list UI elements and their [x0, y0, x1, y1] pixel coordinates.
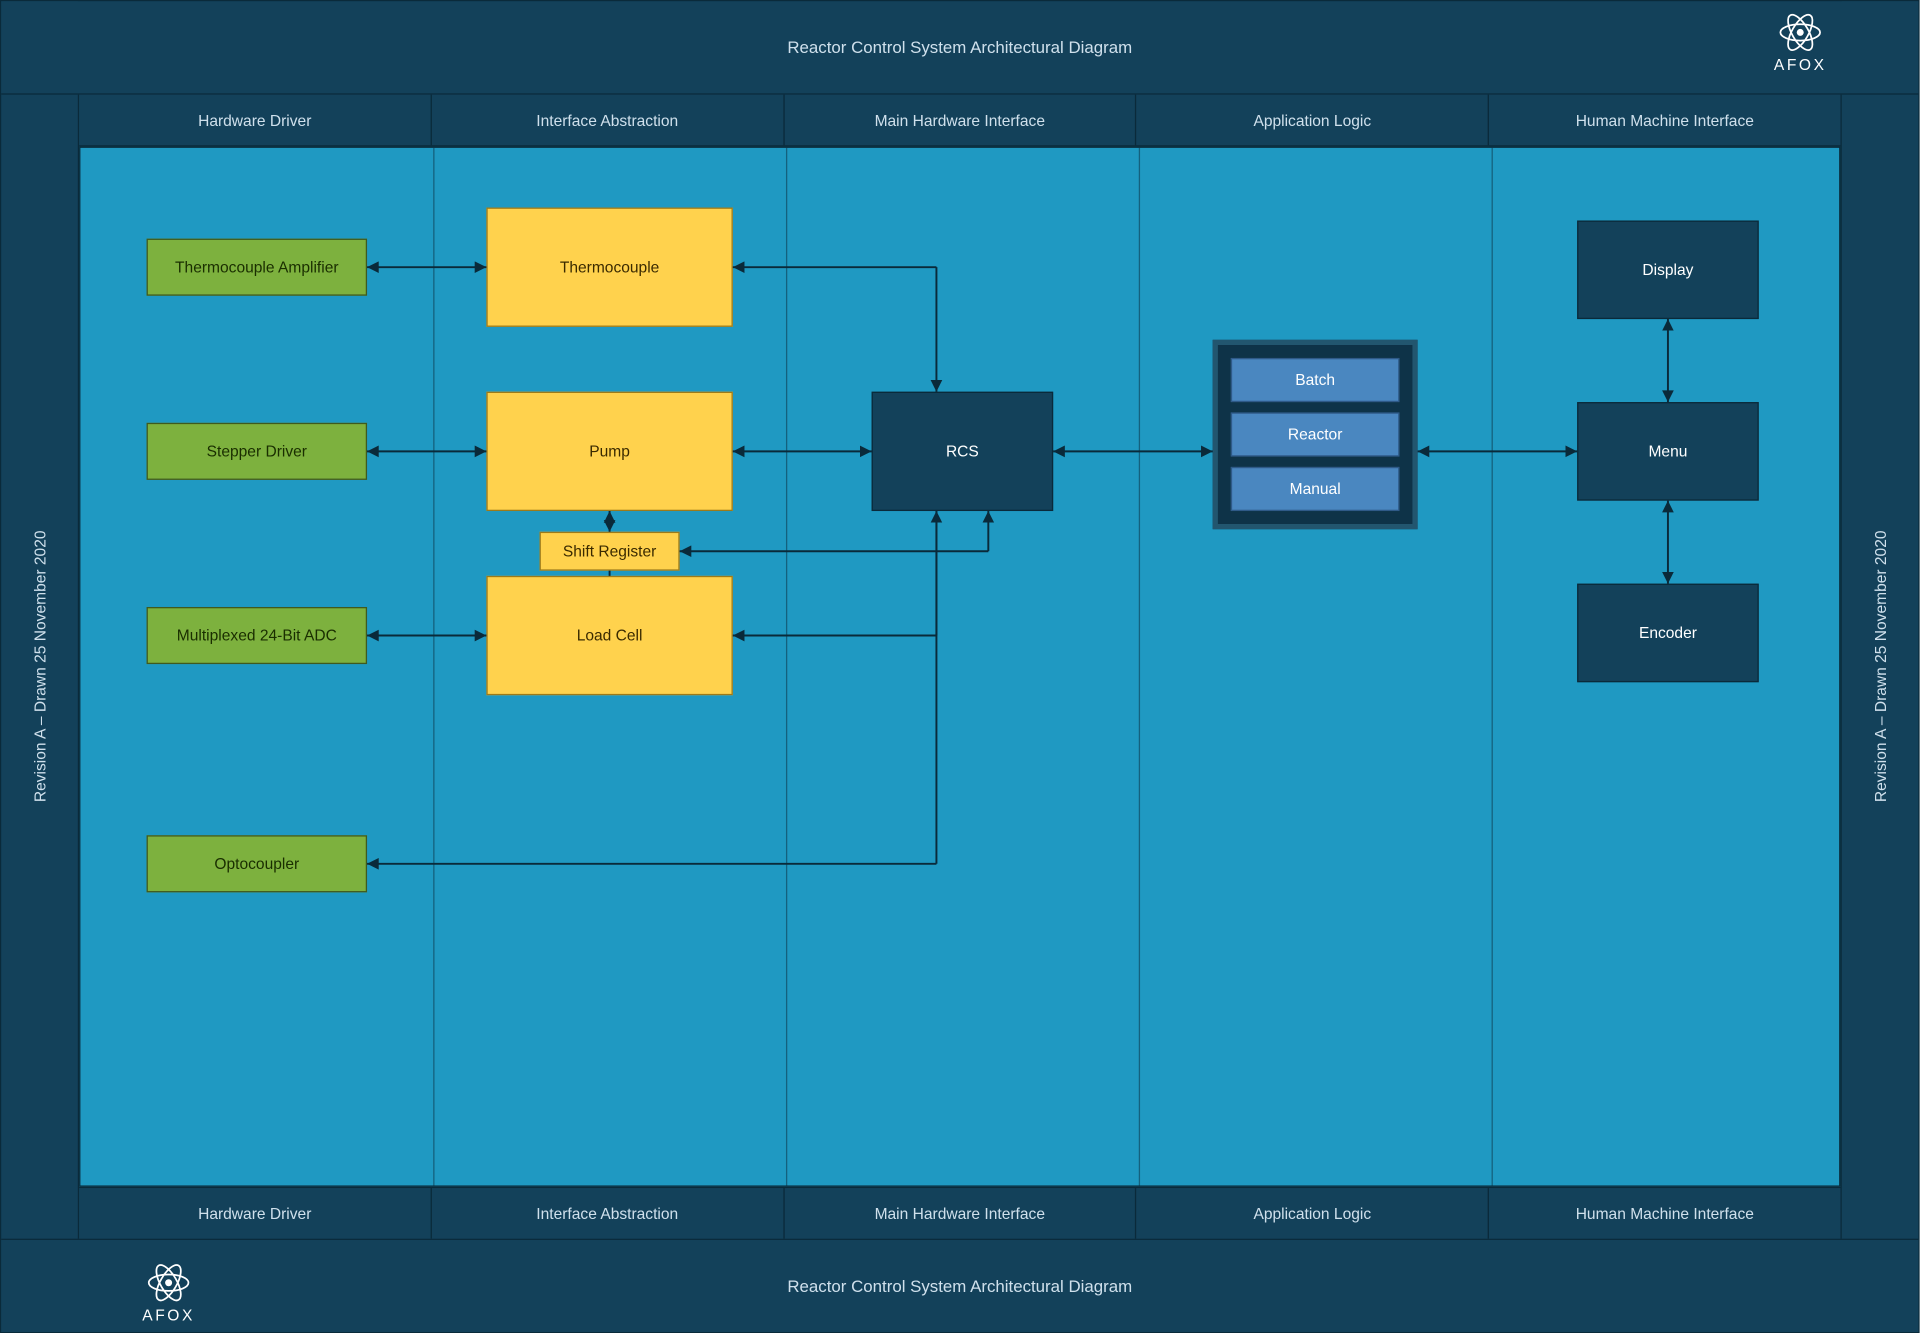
col-headers-bottom: Hardware Driver Interface Abstraction Ma… — [79, 1187, 1840, 1239]
brand-text: AFOX — [1774, 56, 1827, 74]
box-adc: Multiplexed 24-Bit ADC — [147, 607, 367, 664]
app-batch: Batch — [1231, 358, 1400, 402]
label-thermocouple: Thermocouple — [560, 258, 660, 276]
col-main: Main Hardware Interface — [784, 95, 1137, 146]
col-hmi-b: Human Machine Interface — [1489, 1188, 1840, 1239]
box-menu: Menu — [1577, 402, 1759, 501]
sidebar-left: Revision A – Drawn 25 November 2020 — [1, 95, 79, 1239]
label-batch: Batch — [1295, 371, 1335, 389]
title-bottom: Reactor Control System Architectural Dia… — [1, 1239, 1918, 1332]
box-shift-register: Shift Register — [540, 532, 680, 571]
box-display: Display — [1577, 220, 1759, 319]
box-thermo-amp: Thermocouple Amplifier — [147, 239, 367, 296]
col-headers-top: Hardware Driver Interface Abstraction Ma… — [79, 95, 1840, 147]
box-stepper: Stepper Driver — [147, 423, 367, 480]
atom-icon — [141, 1259, 195, 1306]
brand-text-bottom: AFOX — [142, 1306, 195, 1324]
box-encoder: Encoder — [1577, 584, 1759, 683]
label-menu: Menu — [1648, 442, 1687, 460]
label-load-cell: Load Cell — [577, 626, 643, 644]
col-iface: Interface Abstraction — [432, 95, 785, 146]
col-hmi: Human Machine Interface — [1489, 95, 1840, 146]
box-rcs: RCS — [872, 392, 1054, 511]
col-app-b: Application Logic — [1137, 1188, 1490, 1239]
canvas: Thermocouple Amplifier Stepper Driver Mu… — [79, 147, 1840, 1187]
col-hw-driver-b: Hardware Driver — [79, 1188, 432, 1239]
colsep-3 — [1139, 148, 1140, 1186]
col-hw-driver: Hardware Driver — [79, 95, 432, 146]
box-app-logic: Batch Reactor Manual — [1213, 340, 1418, 529]
label-adc: Multiplexed 24-Bit ADC — [177, 626, 337, 644]
atom-icon — [1773, 9, 1827, 56]
label-opto: Optocoupler — [214, 855, 299, 873]
col-iface-b: Interface Abstraction — [432, 1188, 785, 1239]
label-encoder: Encoder — [1639, 624, 1697, 642]
connection-arrows — [80, 148, 1839, 1186]
box-opto: Optocoupler — [147, 835, 367, 892]
label-rcs: RCS — [946, 442, 979, 460]
colsep-2 — [786, 148, 787, 1186]
label-shift-register: Shift Register — [563, 542, 656, 560]
box-pump: Pump — [486, 392, 732, 511]
label-display: Display — [1642, 261, 1693, 279]
col-app: Application Logic — [1137, 95, 1490, 146]
logo-top: AFOX — [1773, 9, 1827, 74]
box-load-cell: Load Cell — [486, 576, 732, 695]
app-manual: Manual — [1231, 467, 1400, 511]
label-reactor: Reactor — [1288, 425, 1343, 443]
label-manual: Manual — [1290, 480, 1341, 498]
label-stepper: Stepper Driver — [207, 442, 307, 460]
title-text-bottom: Reactor Control System Architectural Dia… — [787, 1276, 1132, 1295]
title-text: Reactor Control System Architectural Dia… — [787, 38, 1132, 57]
logo-bottom: AFOX — [141, 1259, 195, 1324]
revision-right: Revision A – Drawn 25 November 2020 — [1871, 531, 1889, 803]
title-top: Reactor Control System Architectural Dia… — [1, 1, 1918, 94]
diagram-frame: Reactor Control System Architectural Dia… — [0, 0, 1920, 1333]
app-reactor: Reactor — [1231, 412, 1400, 456]
box-thermocouple: Thermocouple — [486, 208, 732, 327]
colsep-1 — [433, 148, 434, 1186]
colsep-4 — [1492, 148, 1493, 1186]
sidebar-right: Revision A – Drawn 25 November 2020 — [1840, 95, 1918, 1239]
col-main-b: Main Hardware Interface — [784, 1188, 1137, 1239]
label-pump: Pump — [589, 442, 630, 460]
label-thermo-amp: Thermocouple Amplifier — [175, 258, 339, 276]
revision-left: Revision A – Drawn 25 November 2020 — [30, 531, 48, 803]
